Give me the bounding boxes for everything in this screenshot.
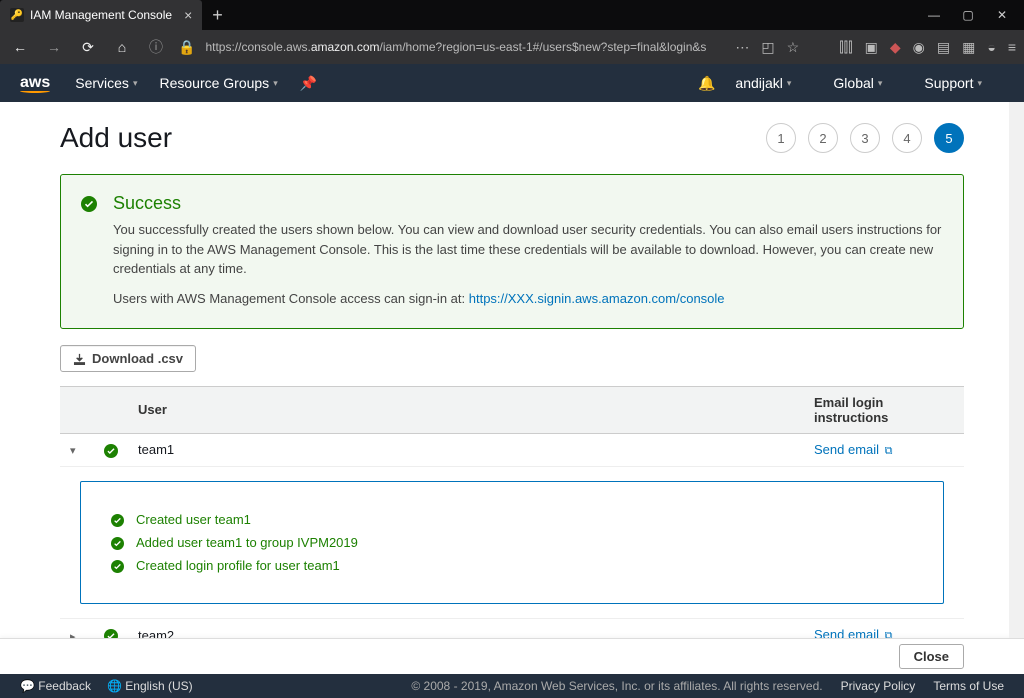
favicon-icon: 🔑 [10,8,24,22]
url-prefix: https://console.aws. [205,40,310,54]
language-selector[interactable]: 🌐 English (US) [107,679,193,693]
reader-icon[interactable]: ◰ [761,39,774,56]
new-tab-button[interactable]: + [202,5,233,26]
pin-icon[interactable]: 📌 [300,75,317,92]
extension4-icon[interactable]: ▦ [962,39,975,56]
extension2-icon[interactable]: ◉ [913,39,925,56]
tab-bar: 🔑 IAM Management Console × + — ▢ ✕ [0,0,1024,30]
send-email-link[interactable]: Send email ⧉ [814,442,893,457]
account-menu[interactable]: andijakl▾ [735,75,791,91]
wizard-step-3[interactable]: 3 [850,123,880,153]
signin-url-link[interactable]: https://XXX.signin.aws.amazon.com/consol… [469,291,725,306]
window-minimize-icon[interactable]: — [928,8,940,22]
alert-body: You successfully created the users shown… [113,220,943,279]
home-button[interactable]: ⌂ [110,39,134,55]
tab-title: IAM Management Console [30,8,172,22]
check-circle-icon [111,512,124,527]
window-close-icon[interactable]: ✕ [996,8,1008,22]
page-title: Add user [60,122,172,154]
more-actions-icon[interactable]: ⋯ [735,39,749,56]
browser-tab[interactable]: 🔑 IAM Management Console × [0,0,202,30]
expand-row-toggle[interactable]: ▸ [70,630,76,638]
detail-item: Created user team1 [111,512,913,527]
extension1-icon[interactable]: ◆ [890,39,901,56]
wizard-step-1[interactable]: 1 [766,123,796,153]
check-circle-icon [111,535,124,550]
wizard-step-2[interactable]: 2 [808,123,838,153]
wizard-steps: 1 2 3 4 5 [766,123,964,153]
check-circle-icon [104,627,118,638]
table-row-detail: Created user team1 Added user team1 to g… [60,466,964,618]
url-field[interactable]: https://console.aws.amazon.com/iam/home?… [205,40,717,54]
reload-button[interactable]: ⟳ [76,39,100,56]
url-path: /iam/home?region=us-east-1#/users$new?st… [380,40,707,54]
bookmark-icon[interactable]: ☆ [787,39,800,56]
forward-button[interactable]: → [42,39,66,55]
user-name: team2 [128,619,804,638]
expand-row-toggle[interactable]: ▾ [70,444,76,457]
chevron-down-icon: ▾ [133,78,138,89]
row-detail-panel: Created user team1 Added user team1 to g… [80,481,944,604]
check-circle-icon [81,195,97,306]
action-bar: Close [0,638,1024,674]
download-icon [73,351,86,366]
extension3-icon[interactable]: ▤ [937,39,950,56]
alert-heading: Success [113,193,943,214]
copyright-text: © 2008 - 2019, Amazon Web Services, Inc.… [411,679,822,693]
download-csv-button[interactable]: Download .csv [60,345,196,372]
privacy-link[interactable]: Privacy Policy [841,679,916,693]
user-name: team1 [128,433,804,466]
support-menu[interactable]: Support▾ [924,75,982,91]
col-email-header: Email login instructions [804,386,964,433]
check-circle-icon [111,558,124,573]
tab-close-icon[interactable]: × [184,7,192,23]
library-icon[interactable]: ⫿⫿⫿ [839,39,852,56]
menu-icon[interactable]: ≡ [1008,39,1016,56]
address-bar: ← → ⟳ ⌂ ⓘ 🔒 https://console.aws.amazon.c… [0,30,1024,64]
aws-footer: 💬 Feedback 🌐 English (US) © 2008 - 2019,… [0,674,1024,698]
chevron-down-icon: ▾ [878,78,883,89]
chevron-down-icon: ▾ [977,78,982,89]
services-menu[interactable]: Services▾ [75,75,137,91]
external-link-icon: ⧉ [885,630,893,638]
profile-icon[interactable]: ◒ [987,39,995,56]
wizard-step-4[interactable]: 4 [892,123,922,153]
send-email-link[interactable]: Send email ⧉ [814,627,893,638]
users-table: User Email login instructions ▾ team1 Se… [60,386,964,638]
detail-item: Added user team1 to group IVPM2019 [111,535,913,550]
wizard-step-5[interactable]: 5 [934,123,964,153]
col-user-header: User [128,386,804,433]
check-circle-icon [104,442,118,458]
page-content: Add user 1 2 3 4 5 Success You successfu… [0,102,1024,638]
region-menu[interactable]: Global▾ [833,75,882,91]
sidebar-icon[interactable]: ▣ [865,39,878,56]
back-button[interactable]: ← [8,39,32,55]
aws-top-nav: aws Services▾ Resource Groups▾ 📌 🔔 andij… [0,64,1024,102]
external-link-icon: ⧉ [885,445,893,457]
window-maximize-icon[interactable]: ▢ [962,8,974,22]
table-row: ▾ team1 Send email ⧉ [60,433,964,466]
chevron-down-icon: ▾ [787,78,792,89]
close-button[interactable]: Close [899,644,964,669]
notifications-icon[interactable]: 🔔 [698,75,715,92]
lock-icon: 🔒 [178,39,195,56]
detail-item: Created login profile for user team1 [111,558,913,573]
scrollbar[interactable] [1009,102,1024,638]
table-row: ▸ team2 Send email ⧉ [60,619,964,638]
chevron-down-icon: ▾ [273,78,278,89]
browser-chrome: 🔑 IAM Management Console × + — ▢ ✕ ← → ⟳… [0,0,1024,64]
terms-link[interactable]: Terms of Use [933,679,1004,693]
aws-logo[interactable]: aws [20,74,50,93]
alert-signin: Users with AWS Management Console access… [113,291,943,306]
resource-groups-menu[interactable]: Resource Groups▾ [159,75,277,91]
success-alert: Success You successfully created the use… [60,174,964,329]
feedback-link[interactable]: 💬 Feedback [20,679,91,693]
site-info-icon[interactable]: ⓘ [144,37,168,57]
url-host: amazon.com [311,40,380,54]
